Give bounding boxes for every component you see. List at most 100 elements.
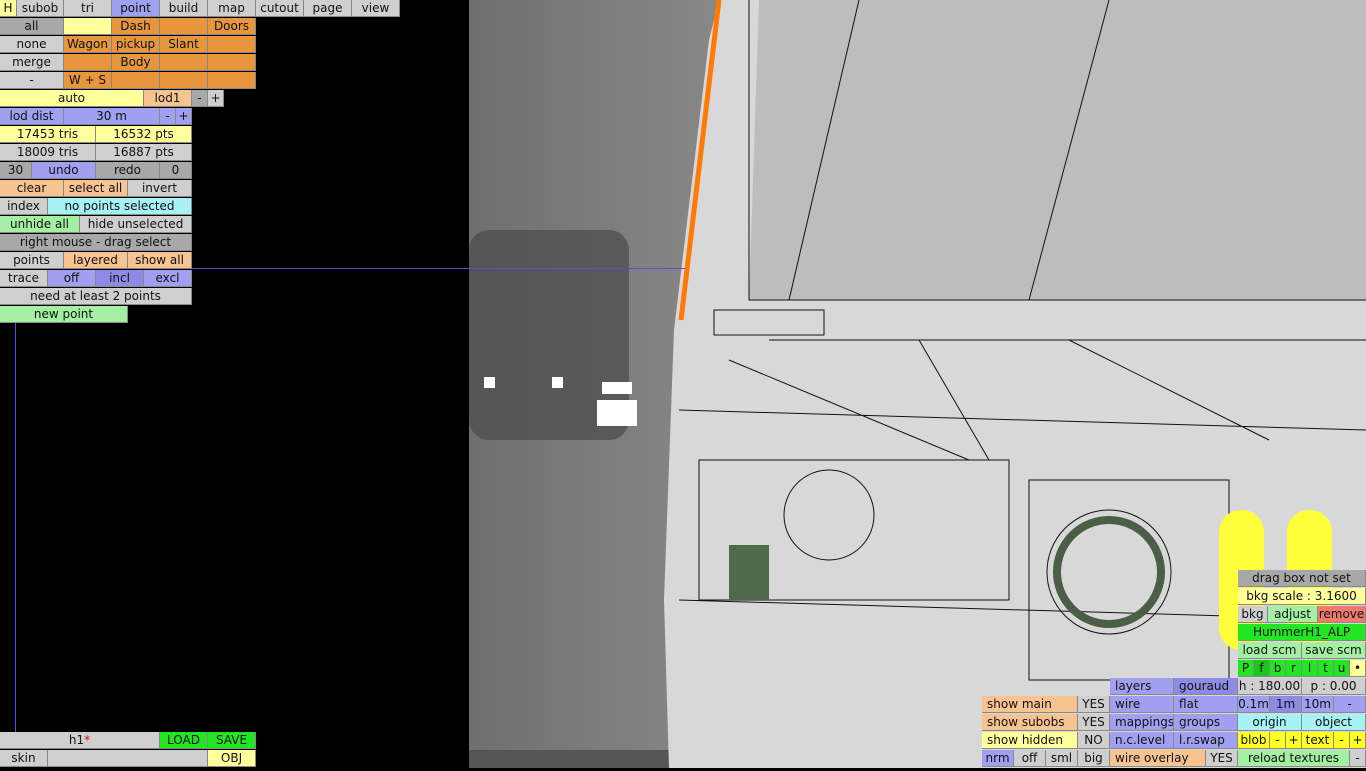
tab-map[interactable]: map xyxy=(208,0,256,17)
view-b-button[interactable]: b xyxy=(1270,660,1286,677)
clear-button[interactable]: clear xyxy=(0,180,64,197)
tab-page[interactable]: page xyxy=(304,0,352,17)
grid-10m[interactable]: 10m xyxy=(1302,696,1334,713)
show-main-value[interactable]: YES xyxy=(1078,696,1110,713)
hide-unselected-button[interactable]: hide unselected xyxy=(80,216,192,233)
invert-button[interactable]: invert xyxy=(128,180,192,197)
subob-body[interactable]: Body xyxy=(112,54,160,71)
view-f-button[interactable]: f xyxy=(1254,660,1270,677)
unhide-all-button[interactable]: unhide all xyxy=(0,216,80,233)
size-big-button[interactable]: big xyxy=(1078,750,1110,767)
layers-button[interactable]: layers xyxy=(1110,678,1174,695)
points-button[interactable]: points xyxy=(0,252,64,269)
subob-slant[interactable]: Slant xyxy=(160,36,208,53)
bkg-button[interactable]: bkg xyxy=(1238,606,1268,623)
select-all-button[interactable]: select all xyxy=(64,180,128,197)
subob-merge[interactable]: merge xyxy=(0,54,64,71)
view-t-button[interactable]: t xyxy=(1318,660,1334,677)
view-u-button[interactable]: u xyxy=(1334,660,1350,677)
view-r-button[interactable]: r xyxy=(1286,660,1302,677)
tab-subob[interactable]: subob xyxy=(17,0,64,17)
adjust-button[interactable]: adjust xyxy=(1268,606,1318,623)
reload-textures-button[interactable]: reload textures xyxy=(1238,750,1350,767)
trace-incl-button[interactable]: incl xyxy=(96,270,144,287)
tab-cutout[interactable]: cutout xyxy=(256,0,304,17)
show-subobs-value[interactable]: YES xyxy=(1078,714,1110,731)
skin-field[interactable] xyxy=(48,750,208,767)
subob-pickup[interactable]: pickup xyxy=(112,36,160,53)
load-scm-button[interactable]: load scm xyxy=(1238,642,1302,659)
view-l-button[interactable]: l xyxy=(1302,660,1318,677)
subob-wagon[interactable]: Wagon xyxy=(64,36,112,53)
origin-button[interactable]: origin xyxy=(1238,714,1302,731)
subob-slot[interactable] xyxy=(208,54,256,71)
blob-minus[interactable]: - xyxy=(1270,732,1286,749)
grid-off[interactable]: - xyxy=(1334,696,1366,713)
tab-h[interactable]: H xyxy=(0,0,17,17)
redo-button[interactable]: redo xyxy=(96,162,160,179)
wire-overlay-button[interactable]: wire overlay xyxy=(1110,750,1206,767)
subob-dash[interactable]: Dash xyxy=(112,18,160,35)
index-button[interactable]: index xyxy=(0,198,48,215)
heading-value[interactable]: h : 180.00 xyxy=(1238,678,1302,695)
show-main-button[interactable]: show main xyxy=(982,696,1078,713)
view-dot-button[interactable]: • xyxy=(1350,660,1366,677)
flat-button[interactable]: flat xyxy=(1174,696,1238,713)
save-button[interactable]: SAVE xyxy=(208,732,256,749)
reload-minus[interactable]: - xyxy=(1350,750,1366,767)
size-off-button[interactable]: off xyxy=(1014,750,1046,767)
subob-slot[interactable] xyxy=(160,18,208,35)
show-hidden-button[interactable]: show hidden xyxy=(982,732,1078,749)
subob-slot[interactable] xyxy=(64,18,112,35)
show-subobs-button[interactable]: show subobs xyxy=(982,714,1078,731)
subob-slot[interactable] xyxy=(160,54,208,71)
groups-button[interactable]: groups xyxy=(1174,714,1238,731)
show-hidden-value[interactable]: NO xyxy=(1078,732,1110,749)
object-button[interactable]: object xyxy=(1302,714,1366,731)
nc-level-button[interactable]: n.c.level xyxy=(1110,732,1174,749)
wire-button[interactable]: wire xyxy=(1110,696,1174,713)
subob-w-s[interactable]: W + S xyxy=(64,72,112,89)
subob-slot[interactable] xyxy=(112,72,160,89)
grid-1m[interactable]: 1m xyxy=(1270,696,1302,713)
tab-view[interactable]: view xyxy=(352,0,400,17)
lod-dist-minus[interactable]: - xyxy=(160,108,176,125)
show-all-button[interactable]: show all xyxy=(128,252,192,269)
lod-dist-value[interactable]: 30 m xyxy=(64,108,160,125)
grid-0-1m[interactable]: 0.1m xyxy=(1238,696,1270,713)
lod-minus-button[interactable]: - xyxy=(192,90,208,107)
subob-doors[interactable]: Doors xyxy=(208,18,256,35)
lod-dist-plus[interactable]: + xyxy=(176,108,192,125)
lod1-button[interactable]: lod1 xyxy=(144,90,192,107)
text-plus[interactable]: + xyxy=(1350,732,1366,749)
lr-swap-button[interactable]: l.r.swap xyxy=(1174,732,1238,749)
bkg-scale[interactable]: bkg scale : 3.1600 xyxy=(1238,588,1366,605)
subob-minus[interactable]: - xyxy=(0,72,64,89)
model-name[interactable]: HummerH1_ALP xyxy=(1238,624,1366,641)
pitch-value[interactable]: p : 0.00 xyxy=(1302,678,1366,695)
subob-slot[interactable] xyxy=(208,72,256,89)
size-sml-button[interactable]: sml xyxy=(1046,750,1078,767)
layered-button[interactable]: layered xyxy=(64,252,128,269)
lod-auto-button[interactable]: auto xyxy=(0,90,144,107)
subob-slot[interactable] xyxy=(208,36,256,53)
undo-button[interactable]: undo xyxy=(32,162,96,179)
3d-viewport[interactable] xyxy=(469,0,1366,768)
mappings-button[interactable]: mappings xyxy=(1110,714,1174,731)
tab-point[interactable]: point xyxy=(112,0,160,17)
tab-tri[interactable]: tri xyxy=(64,0,112,17)
tab-build[interactable]: build xyxy=(160,0,208,17)
save-scm-button[interactable]: save scm xyxy=(1302,642,1366,659)
gouraud-button[interactable]: gouraud xyxy=(1174,678,1238,695)
obj-button[interactable]: OBJ xyxy=(208,750,256,767)
subob-slot[interactable] xyxy=(160,72,208,89)
subob-slot[interactable] xyxy=(64,54,112,71)
trace-excl-button[interactable]: excl xyxy=(144,270,192,287)
wire-overlay-value[interactable]: YES xyxy=(1206,750,1238,767)
load-button[interactable]: LOAD xyxy=(160,732,208,749)
subob-none[interactable]: none xyxy=(0,36,64,53)
text-minus[interactable]: - xyxy=(1334,732,1350,749)
filename-field[interactable]: h1* xyxy=(0,732,160,749)
blob-plus[interactable]: + xyxy=(1286,732,1302,749)
new-point-button[interactable]: new point xyxy=(0,306,128,323)
